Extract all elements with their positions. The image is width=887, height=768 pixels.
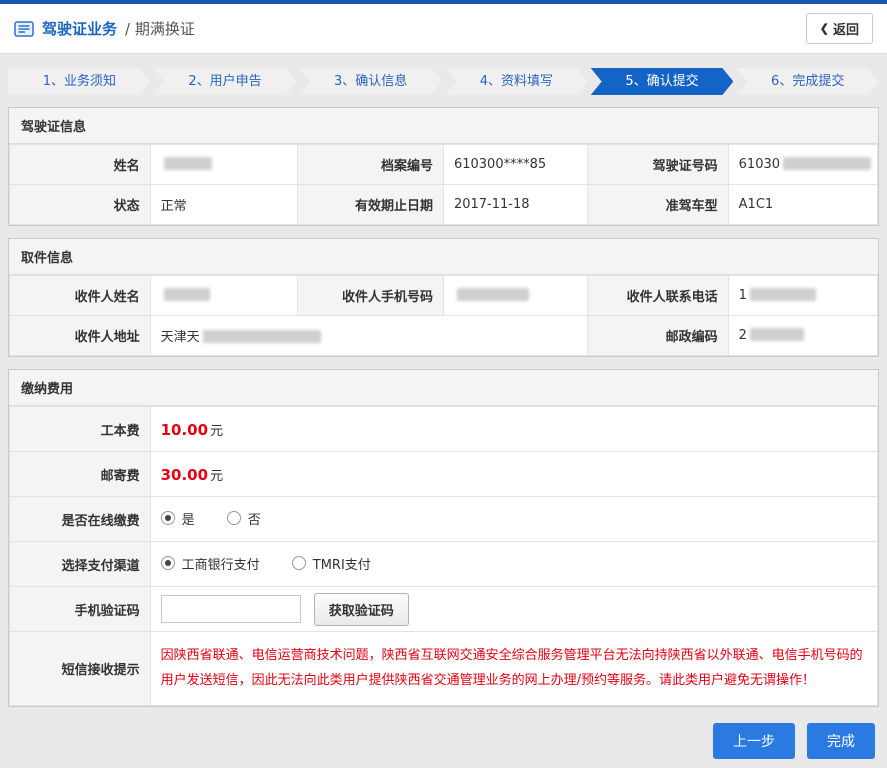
captcha-input[interactable] — [160, 595, 301, 623]
recipient-address-value: 天津天 — [149, 315, 589, 356]
production-fee-value: 10.00 元 — [149, 406, 879, 452]
section-license-info: 驾驶证信息 姓名 档案编号 610300****85 驾驶证号码 61030 状… — [8, 107, 879, 226]
recipient-mobile-value — [442, 275, 589, 316]
mailing-fee-value: 30.00 元 — [149, 451, 879, 497]
pay-channel-options: 工商银行支付 TMRI支付 — [149, 541, 879, 587]
vehicle-class-label: 准驾车型 — [587, 184, 729, 225]
license-number-value: 61030 — [727, 144, 879, 185]
fee-amount: 30.00 — [160, 465, 209, 484]
section-title-fees: 缴纳费用 — [9, 370, 878, 406]
table-row: 选择支付渠道 工商银行支付 TMRI支付 — [9, 541, 879, 587]
status-label: 状态 — [9, 184, 151, 225]
radio-icon — [160, 556, 175, 571]
table-row: 手机验证码 获取验证码 — [9, 586, 879, 632]
business-document-icon — [14, 20, 34, 37]
sms-notice-label: 短信接收提示 — [9, 630, 151, 707]
redacted-blur — [202, 330, 321, 343]
prev-step-button[interactable]: 上一步 — [713, 723, 795, 760]
fee-unit: 元 — [210, 423, 224, 439]
step-item-1: 1、业务须知 — [8, 68, 151, 95]
table-row: 姓名 档案编号 610300****85 驾驶证号码 61030 — [9, 144, 879, 185]
bottom-actions: 上一步 完成 — [12, 723, 875, 760]
file-number-label: 档案编号 — [297, 144, 444, 185]
radio-label: 工商银行支付 — [181, 557, 260, 573]
radio-icon — [291, 556, 306, 571]
step-item-3: 3、确认信息 — [299, 68, 442, 95]
file-number-value: 610300****85 — [442, 144, 589, 185]
recipient-name-value — [149, 275, 299, 316]
table-row: 收件人地址 天津天 邮政编码 2 — [9, 315, 879, 356]
recipient-mobile-label: 收件人手机号码 — [297, 275, 444, 316]
radio-channel-tmri[interactable]: TMRI支付 — [291, 554, 371, 573]
vehicle-class-value: A1C1 — [727, 184, 879, 225]
redacted-blur — [749, 288, 816, 301]
section-title-pickup: 取件信息 — [9, 239, 878, 275]
license-info-table: 姓名 档案编号 610300****85 驾驶证号码 61030 状态 正常 有… — [9, 144, 879, 225]
radio-icon — [226, 511, 241, 526]
redacted-blur — [456, 288, 529, 301]
radio-online-pay-yes[interactable]: 是 — [160, 509, 195, 528]
recipient-name-label: 收件人姓名 — [9, 275, 151, 316]
recipient-address-label: 收件人地址 — [9, 315, 151, 356]
section-title-license: 驾驶证信息 — [9, 108, 878, 144]
back-chevron-icon: ❮ — [819, 23, 829, 35]
sms-notice-text: 因陕西省联通、电信运营商技术问题，陕西省互联网交通安全综合服务管理平台无法向持陕… — [160, 648, 863, 688]
online-pay-options: 是 否 — [149, 496, 879, 542]
pay-channel-label: 选择支付渠道 — [9, 541, 151, 587]
postal-code-value: 2 — [727, 315, 879, 356]
recipient-phone-label: 收件人联系电话 — [587, 275, 729, 316]
redacted-blur — [749, 328, 804, 341]
postal-code-label: 邮政编码 — [587, 315, 729, 356]
redacted-blur — [783, 157, 872, 170]
fee-amount: 10.00 — [160, 420, 209, 439]
step-item-4: 4、资料填写 — [445, 68, 588, 95]
back-button[interactable]: ❮ 返回 — [805, 13, 873, 44]
table-row: 短信接收提示 因陕西省联通、电信运营商技术问题，陕西省互联网交通安全综合服务管理… — [9, 630, 879, 707]
page-subtitle: / 期满换证 — [125, 20, 195, 38]
expiry-date-value: 2017-11-18 — [442, 184, 589, 225]
recipient-phone-value: 1 — [727, 275, 879, 316]
mailing-fee-label: 邮寄费 — [9, 451, 151, 497]
license-number-label: 驾驶证号码 — [587, 144, 729, 185]
name-value — [149, 144, 299, 185]
online-pay-label: 是否在线缴费 — [9, 496, 151, 542]
step-item-6: 6、完成提交 — [736, 68, 879, 95]
back-label: 返回 — [832, 22, 859, 37]
captcha-label: 手机验证码 — [9, 586, 151, 632]
step-item-2: 2、用户申告 — [154, 68, 297, 95]
table-row: 工本费 10.00 元 — [9, 406, 879, 452]
redacted-blur — [163, 288, 210, 301]
captcha-cell: 获取验证码 — [149, 586, 879, 632]
expiry-date-label: 有效期止日期 — [297, 184, 444, 225]
step-nav: 1、业务须知 2、用户申告 3、确认信息 4、资料填写 5、确认提交 6、完成提… — [8, 68, 879, 95]
get-code-button[interactable]: 获取验证码 — [313, 592, 409, 626]
table-row: 邮寄费 30.00 元 — [9, 451, 879, 497]
page-title: 驾驶证业务 — [42, 20, 118, 38]
radio-label: TMRI支付 — [312, 557, 371, 573]
radio-label: 是 — [181, 512, 195, 528]
table-row: 收件人姓名 收件人手机号码 收件人联系电话 1 — [9, 275, 879, 316]
section-fees: 缴纳费用 工本费 10.00 元 邮寄费 30.00 元 是否在线缴费 是 否 选择… — [8, 369, 879, 708]
section-pickup-info: 取件信息 收件人姓名 收件人手机号码 收件人联系电话 1 收件人地址 天津天 邮… — [8, 238, 879, 357]
radio-icon — [160, 511, 175, 526]
radio-online-pay-no[interactable]: 否 — [226, 509, 261, 528]
pickup-info-table: 收件人姓名 收件人手机号码 收件人联系电话 1 收件人地址 天津天 邮政编码 2 — [9, 275, 879, 356]
fees-table: 工本费 10.00 元 邮寄费 30.00 元 是否在线缴费 是 否 选择支付渠道 … — [9, 406, 879, 707]
sms-notice-cell: 因陕西省联通、电信运营商技术问题，陕西省互联网交通安全综合服务管理平台无法向持陕… — [149, 630, 879, 707]
status-value: 正常 — [149, 184, 299, 225]
table-row: 状态 正常 有效期止日期 2017-11-18 准驾车型 A1C1 — [9, 184, 879, 225]
done-button[interactable]: 完成 — [807, 723, 875, 760]
table-row: 是否在线缴费 是 否 — [9, 496, 879, 542]
radio-label: 否 — [247, 512, 261, 528]
redacted-blur — [163, 157, 212, 170]
radio-channel-icbc[interactable]: 工商银行支付 — [160, 554, 260, 573]
name-label: 姓名 — [9, 144, 151, 185]
page-header: 驾驶证业务 / 期满换证 ❮ 返回 — [0, 4, 887, 54]
production-fee-label: 工本费 — [9, 406, 151, 452]
step-item-5: 5、确认提交 — [591, 68, 734, 95]
fee-unit: 元 — [210, 468, 224, 484]
